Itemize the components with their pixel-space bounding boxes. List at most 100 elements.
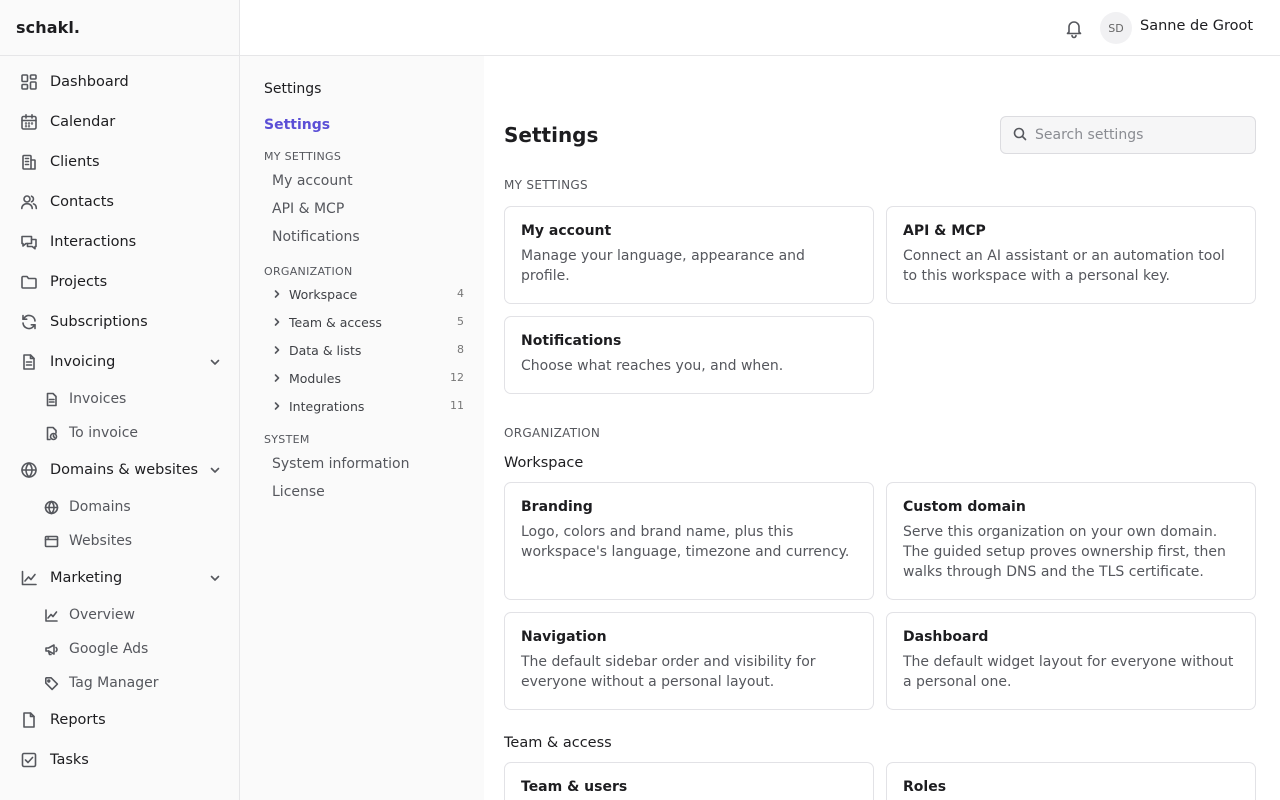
nav-item-calendar[interactable]: Calendar (0, 102, 239, 142)
subsection-workspace: Workspace (504, 455, 584, 471)
subnav-group-data-lists[interactable]: Data & lists 8 (272, 339, 464, 361)
nav-item-domains-websites[interactable]: Domains & websites (0, 450, 239, 490)
group-count: 8 (457, 343, 464, 356)
megaphone-icon (44, 642, 59, 657)
nav-item-interactions[interactable]: Interactions (0, 222, 239, 262)
subnav-group-workspace[interactable]: Workspace 4 (272, 283, 464, 305)
card-title: Roles (903, 779, 947, 795)
group-label: Integrations (289, 398, 365, 414)
chevron-right-icon (272, 317, 284, 327)
card-notifications[interactable]: Notifications Choose what reaches you, a… (504, 316, 874, 394)
card-title: Custom domain (903, 499, 1026, 515)
nav-subitem-websites[interactable]: Websites (0, 524, 239, 558)
nav-label: Tasks (50, 752, 89, 768)
card-description: Logo, colors and brand name, plus this w… (521, 524, 850, 560)
group-count: 11 (450, 399, 464, 412)
subnav-group-team-access[interactable]: Team & access 5 (272, 311, 464, 333)
card-description: Connect an AI assistant or an automation… (903, 248, 1225, 284)
search-input[interactable] (1035, 127, 1235, 143)
calendar-icon (20, 113, 38, 131)
card-api-mcp[interactable]: API & MCP Connect an AI assistant or an … (886, 206, 1256, 304)
card-title: Team & users (521, 779, 628, 795)
subnav-heading: Settings (264, 81, 322, 97)
card-title: Navigation (521, 629, 607, 645)
subnav-item-notifications[interactable]: Notifications (272, 229, 360, 245)
refresh-icon (20, 313, 38, 331)
subnav-section-system: SYSTEM (264, 433, 310, 446)
users-icon (20, 193, 38, 211)
building-icon (20, 153, 38, 171)
card-dashboard[interactable]: Dashboard The default widget layout for … (886, 612, 1256, 710)
subnav-item-system-information[interactable]: System information (272, 456, 409, 472)
file-icon (44, 392, 59, 407)
nav-label: Projects (50, 274, 108, 290)
nav-item-invoicing[interactable]: Invoicing (0, 342, 239, 382)
nav-subitem-overview[interactable]: Overview (0, 598, 239, 632)
subnav-item-my-account[interactable]: My account (272, 173, 353, 189)
avatar[interactable]: SD (1100, 12, 1132, 44)
nav-item-contacts[interactable]: Contacts (0, 182, 239, 222)
bell-icon[interactable] (1063, 17, 1085, 39)
file-icon (20, 711, 38, 729)
settings-main: Settings MY SETTINGS My account Manage y… (504, 56, 1256, 800)
nav-label: Marketing (50, 570, 123, 586)
card-title: Dashboard (903, 629, 989, 645)
nav-label: Contacts (50, 194, 114, 210)
app-sidebar: schakl. Dashboard Calendar Clients Conta… (0, 0, 240, 800)
card-roles[interactable]: Roles (886, 762, 1256, 800)
nav-item-projects[interactable]: Projects (0, 262, 239, 302)
nav-item-reports[interactable]: Reports (0, 700, 239, 740)
subnav-item-api-mcp[interactable]: API & MCP (272, 201, 344, 217)
group-count: 12 (450, 371, 464, 384)
subnav-item-settings[interactable]: Settings (264, 117, 330, 133)
nav-subitem-google-ads[interactable]: Google Ads (0, 632, 239, 666)
search-icon (1013, 126, 1027, 145)
nav-item-tasks[interactable]: Tasks (0, 740, 239, 780)
group-label: Data & lists (289, 342, 362, 358)
card-custom-domain[interactable]: Custom domain Serve this organization on… (886, 482, 1256, 600)
nav-label: Domains (69, 499, 131, 515)
browser-icon (44, 534, 59, 549)
subnav-group-integrations[interactable]: Integrations 11 (272, 395, 464, 417)
nav-label: Google Ads (69, 641, 149, 657)
nav-label: Tag Manager (69, 675, 159, 691)
card-title: API & MCP (903, 223, 986, 239)
subnav-section-organization: ORGANIZATION (264, 265, 353, 278)
line-chart-icon (20, 569, 38, 587)
nav-subitem-tag-manager[interactable]: Tag Manager (0, 666, 239, 700)
subnav-section-my-settings: MY SETTINGS (264, 150, 342, 163)
document-icon (20, 353, 38, 371)
nav-item-subscriptions[interactable]: Subscriptions (0, 302, 239, 342)
nav-label: Invoices (69, 391, 127, 407)
nav-item-dashboard[interactable]: Dashboard (0, 62, 239, 102)
file-clock-icon (44, 426, 59, 441)
app-logo[interactable]: schakl. (0, 0, 239, 56)
nav-label: Reports (50, 712, 106, 728)
card-branding[interactable]: Branding Logo, colors and brand name, pl… (504, 482, 874, 600)
nav-item-clients[interactable]: Clients (0, 142, 239, 182)
subnav-item-license[interactable]: License (272, 484, 325, 500)
nav-subitem-to-invoice[interactable]: To invoice (0, 416, 239, 450)
nav-label: Invoicing (50, 354, 116, 370)
nav-item-marketing[interactable]: Marketing (0, 558, 239, 598)
chevron-down-icon[interactable] (209, 572, 221, 588)
folder-icon (20, 273, 38, 291)
card-team-users[interactable]: Team & users (504, 762, 874, 800)
chevron-down-icon[interactable] (209, 356, 221, 372)
page-title: Settings (504, 123, 599, 147)
card-title: My account (521, 223, 612, 239)
chat-icon (20, 233, 38, 251)
card-my-account[interactable]: My account Manage your language, appeara… (504, 206, 874, 304)
tag-icon (44, 676, 59, 691)
card-navigation[interactable]: Navigation The default sidebar order and… (504, 612, 874, 710)
search-box[interactable] (1000, 116, 1256, 154)
dashboard-icon (20, 73, 38, 91)
nav-subitem-invoices[interactable]: Invoices (0, 382, 239, 416)
nav-subitem-domains[interactable]: Domains (0, 490, 239, 524)
card-title: Notifications (521, 333, 622, 349)
globe-icon (44, 500, 59, 515)
checkbox-icon (20, 751, 38, 769)
subnav-group-modules[interactable]: Modules 12 (272, 367, 464, 389)
chevron-down-icon[interactable] (209, 464, 221, 480)
user-name[interactable]: Sanne de Groot (1140, 18, 1253, 34)
